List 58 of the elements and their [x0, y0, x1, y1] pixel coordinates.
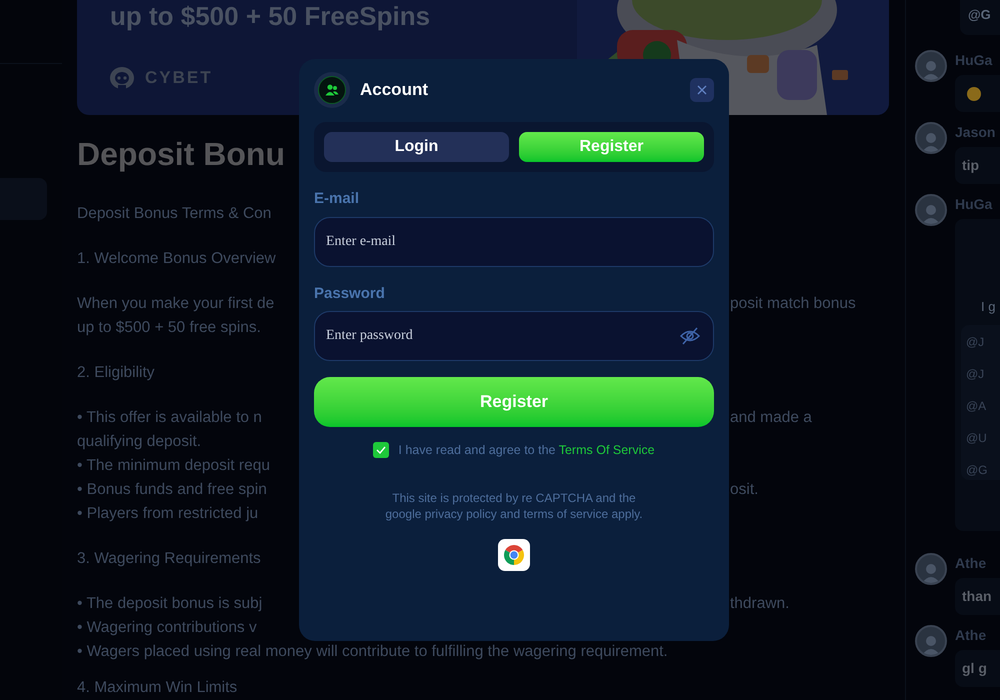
message-text: gl g: [962, 659, 987, 678]
message-text: than: [962, 587, 992, 606]
agree-checkbox[interactable]: [373, 442, 390, 458]
avatar: [915, 625, 947, 657]
logo-icon: [109, 66, 135, 90]
text-line: 2. Eligibility: [77, 363, 155, 383]
close-icon: [697, 85, 707, 95]
text-line: qualifying deposit.: [77, 432, 202, 452]
text-line: • The deposit bonus is subj: [77, 594, 264, 614]
text-line: • Players from restricted ju: [77, 504, 258, 524]
text-line: • The minimum deposit requ: [77, 456, 270, 476]
message-text: I g: [981, 298, 996, 316]
emoji-icon: [967, 86, 981, 100]
terms-link[interactable]: Terms Of Service: [558, 443, 655, 457]
mention: @G: [966, 462, 989, 478]
text-line: thdrawn.: [730, 594, 790, 614]
avatar: [915, 553, 947, 585]
agree-text: I have read and agree to the Terms Of Service: [398, 442, 655, 459]
text-line: • Bonus funds and free spin: [77, 480, 268, 500]
user-name: Athe: [955, 626, 988, 645]
avatar: [915, 122, 947, 154]
dialog-title: Account: [360, 79, 428, 102]
eye-off-icon[interactable]: [679, 327, 701, 345]
text-line: Deposit Bonus Terms & Con: [77, 204, 272, 224]
avatar: [915, 194, 947, 226]
text-line: • Wagering contributions v: [77, 618, 257, 638]
mention: @J: [966, 366, 986, 382]
banner-headline: up to $500 + 50 FreeSpins: [110, 1, 430, 31]
text-line: • Wagers placed using real money will contribute to fulfilling the wagering requirement.: [77, 642, 668, 662]
text-line: 3. Wagering Requirements: [77, 549, 261, 569]
password-field[interactable]: Enter password: [314, 311, 714, 361]
mention: @U: [966, 430, 988, 446]
text-line: 4. Maximum Win Limits: [77, 678, 238, 698]
text-line: osit.: [730, 480, 760, 500]
page-title: Deposit Bonu: [77, 135, 285, 173]
user-name: Athe: [955, 554, 988, 573]
field-label: E-mail: [314, 189, 360, 209]
field-label: Password: [314, 284, 386, 304]
text-line: and made a: [730, 408, 813, 428]
close-button[interactable]: [690, 78, 714, 102]
email-field[interactable]: Enter e-mail: [314, 216, 714, 266]
message-text: tip: [962, 156, 980, 175]
mention: @A: [966, 398, 988, 414]
avatar: [915, 50, 947, 82]
text-line: When you make your first de: [77, 294, 276, 314]
user-name: Jason: [955, 123, 996, 142]
mention: @G: [968, 7, 991, 22]
account-icon: [314, 72, 350, 108]
user-name: HuGa: [955, 195, 994, 214]
text-line: posit match bonus: [730, 294, 857, 314]
text-line: • This offer is available to n: [77, 408, 263, 428]
text-line: 1. Welcome Bonus Overview: [77, 249, 276, 269]
mention: @J: [966, 334, 986, 350]
chrome-icon[interactable]: [498, 538, 530, 571]
text-line: up to $500 + 50 free spins.: [77, 318, 261, 338]
captcha-notice: This site is protected by re CAPTCHA and the google privacy policy and terms of service apply.: [384, 490, 644, 522]
user-name: HuGa: [955, 51, 994, 70]
tab[interactable]: Login: [324, 132, 509, 162]
